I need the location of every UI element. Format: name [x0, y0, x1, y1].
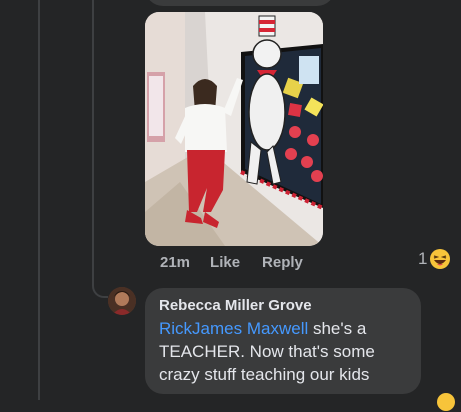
reply-text-line2: TEACHER. Now that's some	[159, 342, 375, 361]
reaction-summary[interactable]: 1	[418, 248, 451, 270]
avatar[interactable]	[108, 287, 136, 315]
reaction-emoji-partial-icon	[437, 393, 455, 411]
reply-button[interactable]: Reply	[262, 254, 303, 271]
reply-text-line3: crazy stuff teaching our kids	[159, 365, 370, 384]
reaction-count: 1	[418, 249, 428, 268]
mention-link[interactable]: RickJames Maxwell	[159, 319, 308, 338]
thread-connector	[92, 270, 108, 298]
comment-photo[interactable]	[145, 12, 323, 246]
reply-text-line1: she's a	[308, 319, 367, 338]
reply-bubble: Rebecca Miller Grove RickJames Maxwell s…	[145, 288, 421, 394]
reply-text: RickJames Maxwell she's a TEACHER. Now t…	[159, 317, 407, 386]
comment-actions: 21m Like Reply	[160, 252, 325, 272]
laughing-emoji-icon	[430, 249, 451, 269]
like-button[interactable]: Like	[210, 254, 240, 271]
thread-line-main	[38, 0, 40, 400]
reply-author[interactable]: Rebecca Miller Grove	[159, 296, 407, 316]
previous-comment-bubble	[145, 0, 335, 6]
thread-line-reply	[92, 0, 94, 282]
comment-timestamp: 21m	[160, 253, 191, 271]
